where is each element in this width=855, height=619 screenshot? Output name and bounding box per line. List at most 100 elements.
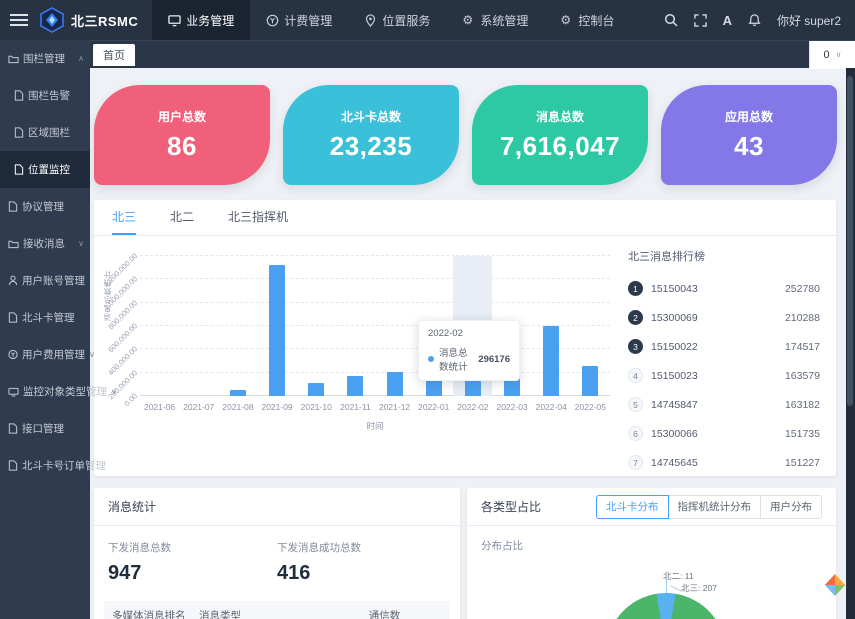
stat-card-messages: 消息总数 7,616,047 [472,85,648,185]
stat-card-label: 应用总数 [725,108,773,125]
monitor-icon [168,14,181,27]
gear-icon: ⚙ [462,14,475,27]
hamburger-menu-icon[interactable] [10,14,28,26]
ranking-value: 252780 [785,283,820,295]
stat-cards-row: 用户总数 86 北斗卡总数 23,235 消息总数 7,616,047 应用总数… [94,85,837,185]
document-icon [14,90,24,101]
sidebar-item-beidou-card-mgmt[interactable]: 北斗卡管理 [0,299,90,336]
chevron-down-icon: ∨ [89,350,95,359]
rank-badge: 4 [628,368,643,383]
tab-dropdown-value: 0 [824,49,830,61]
nav-menu-billing[interactable]: 计费管理 [250,0,348,40]
sidebar-item-interface-mgmt[interactable]: 接口管理 [0,410,90,447]
folder-icon [8,239,19,249]
metric-label: 下发消息成功总数 [277,540,446,555]
sidebar-item-label: 围栏告警 [28,88,70,103]
ranking-row[interactable]: 215300069210288 [628,303,820,332]
ranking-row[interactable]: 115150043252780 [628,274,820,303]
rank-badge: 2 [628,310,643,325]
document-icon [8,201,18,212]
sidebar-item-location-monitor[interactable]: 位置监控 [0,151,90,188]
sidebar-item-beidou-card-order-mgmt[interactable]: 北斗卡号订单管理 [0,447,90,484]
stat-card-apps: 应用总数 43 [661,85,837,185]
x-tick-label: 2021-06 [140,402,179,412]
sidebar-item-protocol-mgmt[interactable]: 协议管理 [0,188,90,225]
sidebar-item-fence-alarm[interactable]: 围栏告警 [0,77,90,114]
notification-bell-icon[interactable] [748,13,761,27]
gridline [140,348,610,349]
user-dist-button[interactable]: 用户分布 [760,495,822,519]
font-size-icon[interactable]: A [723,13,732,28]
sidebar-item-user-fee-mgmt[interactable]: 用户费用管理 ∨ [0,336,90,373]
tab-home[interactable]: 首页 [93,44,135,66]
gridline [140,395,610,396]
tab-beisan[interactable]: 北三 [112,208,136,235]
app-title: 北三RSMC [71,11,138,30]
sidebar-item-receive-message[interactable]: 接收消息 ∨ [0,225,90,262]
bar-2022-04[interactable] [543,326,559,396]
nav-menu-location[interactable]: 位置服务 [348,0,446,40]
x-tick-label: 2021-11 [336,402,375,412]
x-tick-label: 2021-07 [179,402,218,412]
bar-2021-11[interactable] [347,376,363,396]
nav-menu-business[interactable]: 业务管理 [152,0,250,40]
sidebar-item-label: 位置监控 [28,162,70,177]
chart-plot-area: 0.00200,000.00400,000.00600,000.00800,00… [140,256,610,396]
ranking-row[interactable]: 714745645151227 [628,448,820,477]
sidebar-item-label: 区域围栏 [28,125,70,140]
metric-label: 下发消息总数 [108,540,277,555]
ranking-card-id: 15150022 [651,341,698,353]
bar-2021-08[interactable] [230,390,246,396]
rank-badge: 3 [628,339,643,354]
panel-title: 消息统计 [108,498,156,515]
ranking-row[interactable]: 615300066151735 [628,419,820,448]
nav-menu-label: 位置服务 [382,12,430,29]
stat-card-label: 北斗卡总数 [341,108,401,125]
ranking-row[interactable]: 514745847163182 [628,390,820,419]
bar-2021-12[interactable] [387,372,403,397]
page-tabbar: 首页 0 ∨ [90,40,855,68]
beidou-card-dist-button[interactable]: 北斗卡分布 [596,495,669,519]
user-greeting[interactable]: 你好 super2 [777,12,841,29]
sidebar: 围栏管理 ∧ 围栏告警 区域围栏 位置监控 协议管理 接收消息 ∨ 用户账号管理… [0,40,90,619]
sidebar-item-fence-mgmt[interactable]: 围栏管理 ∧ [0,40,90,77]
stat-card-value: 7,616,047 [500,131,620,162]
nav-menu-console[interactable]: ⚙ 控制台 [544,0,630,40]
chevron-up-icon: ∧ [78,54,84,63]
sidebar-item-user-account-mgmt[interactable]: 用户账号管理 [0,262,90,299]
pie-label-beier: 北二: 11 [663,570,694,582]
nav-menu-system[interactable]: ⚙ 系统管理 [446,0,544,40]
ranking-row[interactable]: 415150023163579 [628,361,820,390]
tab-beier[interactable]: 北二 [170,208,194,235]
sidebar-item-area-fence[interactable]: 区域围栏 [0,114,90,151]
x-tick-label: 2022-01 [414,402,453,412]
tab-options-dropdown[interactable]: 0 ∨ [809,41,855,69]
search-icon[interactable] [664,13,678,27]
sidebar-item-label: 北斗卡管理 [22,310,75,325]
stat-card-label: 消息总数 [536,108,584,125]
sidebar-item-label: 接口管理 [22,421,64,436]
bar-2021-09[interactable] [269,265,285,396]
tab-beisan-command[interactable]: 北三指挥机 [228,208,288,235]
gridline [140,302,610,303]
tooltip-value: 296176 [478,354,510,365]
stat-card-value: 43 [734,131,764,162]
panel-title: 各类型占比 [481,498,541,515]
column-header: 通信数 [319,608,450,619]
bar-2022-05[interactable] [582,366,598,396]
bar-2021-10[interactable] [308,383,324,396]
ranking-value: 163182 [785,399,820,411]
ranking-row[interactable]: 315150022174517 [628,332,820,361]
metric-value: 947 [108,562,277,585]
fullscreen-icon[interactable] [694,14,707,27]
coin-icon [8,349,18,360]
nav-menu-label: 业务管理 [186,12,234,29]
gridline [140,255,610,256]
stat-card-label: 用户总数 [158,108,206,125]
document-icon [14,127,24,138]
command-machine-dist-button[interactable]: 指挥机统计分布 [668,495,762,519]
sidebar-item-monitor-object-type-mgmt[interactable]: 监控对象类型管理 ∨ [0,373,90,410]
scrollbar-thumb[interactable] [847,76,853,406]
floating-widget-button[interactable] [824,572,846,598]
ranking-title: 北三消息排行榜 [628,248,820,264]
